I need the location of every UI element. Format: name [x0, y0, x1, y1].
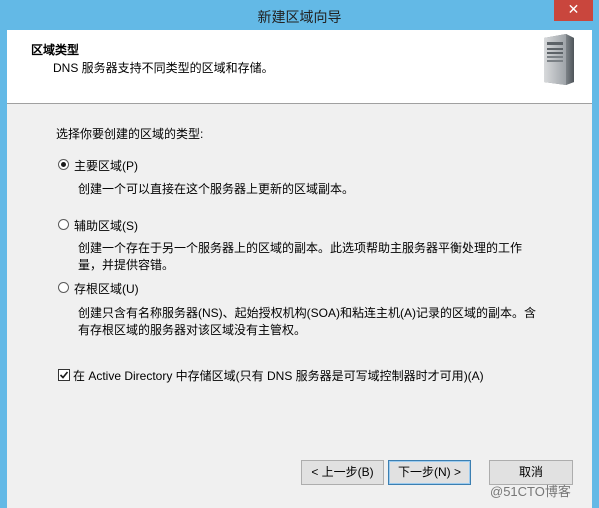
wizard-body: 选择你要创建的区域的类型: 主要区域(P) 创建一个可以直接在这个服务器上更新的… [7, 104, 592, 508]
close-button[interactable]: ✕ [554, 0, 593, 21]
primary-zone-label[interactable]: 主要区域(P) [74, 157, 138, 174]
stub-zone-label[interactable]: 存根区域(U) [74, 280, 139, 297]
next-button[interactable]: 下一步(N) > [388, 460, 471, 485]
checkmark-icon [59, 371, 69, 379]
window-title: 新建区域向导 [257, 9, 342, 25]
server-icon [544, 34, 574, 85]
primary-zone-description: 创建一个可以直接在这个服务器上更新的区域副本。 [78, 182, 355, 196]
window-frame-left [0, 30, 7, 508]
wizard-header: 区域类型 DNS 服务器支持不同类型的区域和存储。 [7, 30, 592, 104]
page-subtitle: DNS 服务器支持不同类型的区域和存储。 [53, 61, 274, 75]
ad-store-checkbox[interactable] [58, 369, 70, 381]
stub-zone-description: 创建只含有名称服务器(NS)、起始授权机构(SOA)和粘连主机(A)记录的区域的… [78, 306, 536, 337]
secondary-zone-radio[interactable] [58, 219, 69, 230]
window-frame-right [592, 30, 599, 508]
back-button[interactable]: < 上一步(B) [301, 460, 384, 485]
primary-zone-radio[interactable] [58, 159, 69, 170]
secondary-zone-label[interactable]: 辅助区域(S) [74, 217, 138, 234]
watermark: @51CTO博客 [490, 484, 571, 499]
zone-type-prompt: 选择你要创建的区域的类型: [56, 127, 204, 141]
title-bar: 新建区域向导 ✕ [0, 0, 599, 30]
secondary-zone-description: 创建一个存在于另一个服务器上的区域的副本。此选项帮助主服务器平衡处理的工作 量，… [78, 241, 523, 272]
ad-store-label[interactable]: 在 Active Directory 中存储区域(只有 DNS 服务器是可写域控… [73, 367, 484, 384]
page-title: 区域类型 [31, 43, 80, 57]
stub-zone-radio[interactable] [58, 282, 69, 293]
